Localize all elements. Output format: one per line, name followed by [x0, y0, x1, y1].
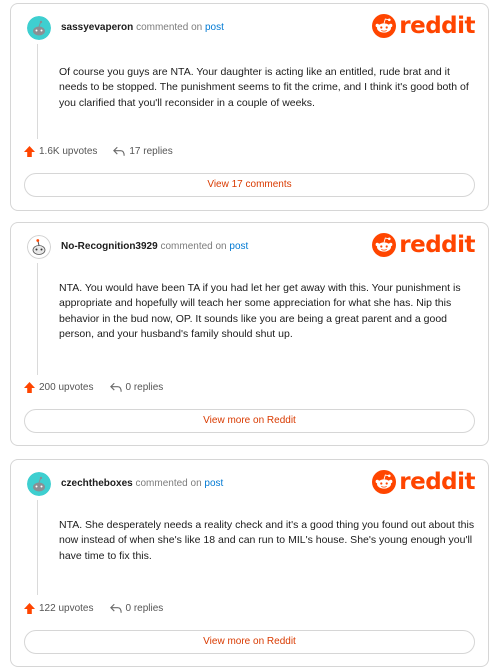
post-link[interactable]: post: [205, 22, 224, 33]
comment-text: NTA. She desperately needs a reality che…: [59, 519, 475, 562]
username[interactable]: sassyevaperon: [61, 22, 133, 33]
comment-text: NTA. You would have been TA if you had l…: [59, 282, 461, 341]
comment-stats: 1.6K upvotes 17 replies: [24, 146, 189, 157]
reply-count: 0 replies: [125, 382, 164, 393]
avatar[interactable]: [27, 16, 51, 40]
upvote-arrow-icon: [24, 146, 35, 157]
thread-line: [37, 500, 38, 595]
view-on-reddit-button[interactable]: View more on Reddit: [24, 630, 475, 654]
reddit-wordmark: reddit: [399, 232, 475, 258]
comment-card: czechtheboxes commented on post reddit N…: [10, 459, 489, 667]
reddit-snoo-icon: [372, 470, 397, 494]
post-link[interactable]: post: [204, 478, 223, 489]
comment-card: sassyevaperon commented on post reddit O…: [10, 3, 489, 211]
upvote-count: 200 upvotes: [39, 382, 94, 393]
reddit-snoo-icon: [372, 14, 397, 38]
avatar[interactable]: [27, 235, 51, 259]
comment-text: Of course you guys are NTA. Your daughte…: [59, 66, 469, 109]
comment-stats: 122 upvotes 0 replies: [24, 603, 179, 614]
view-comments-button[interactable]: View 17 comments: [24, 173, 475, 197]
upvote-arrow-icon: [24, 382, 35, 393]
upvotes[interactable]: 122 upvotes: [24, 603, 94, 614]
replies[interactable]: 17 replies: [113, 146, 173, 157]
reddit-wordmark: reddit: [399, 13, 475, 39]
snoo-avatar-icon: [27, 472, 51, 496]
thread-line: [37, 44, 38, 139]
reply-arrow-icon: [109, 603, 122, 613]
upvote-arrow-icon: [24, 603, 35, 614]
snoo-avatar-icon: [27, 235, 51, 259]
reddit-logo[interactable]: reddit: [372, 12, 475, 40]
upvotes[interactable]: 1.6K upvotes: [24, 146, 97, 157]
commented-on-label: commented on: [135, 478, 202, 489]
comment-header: czechtheboxes commented on post: [61, 477, 223, 491]
comment-header: No-Recognition3929 commented on post: [61, 240, 248, 254]
reddit-wordmark: reddit: [399, 469, 475, 495]
comment-header: sassyevaperon commented on post: [61, 21, 224, 35]
commented-on-label: commented on: [160, 241, 227, 252]
reddit-snoo-icon: [372, 233, 397, 257]
reply-count: 17 replies: [129, 146, 173, 157]
post-link[interactable]: post: [229, 241, 248, 252]
reply-arrow-icon: [109, 382, 122, 392]
comment-stats: 200 upvotes 0 replies: [24, 382, 179, 393]
thread-line: [37, 263, 38, 375]
reply-arrow-icon: [113, 146, 126, 156]
commented-on-label: commented on: [136, 22, 203, 33]
avatar[interactable]: [27, 472, 51, 496]
upvote-count: 1.6K upvotes: [39, 146, 98, 157]
snoo-avatar-icon: [27, 16, 51, 40]
upvote-count: 122 upvotes: [39, 603, 94, 614]
replies[interactable]: 0 replies: [109, 382, 164, 393]
comment-card: No-Recognition3929 commented on post red…: [10, 222, 489, 446]
username[interactable]: No-Recognition3929: [61, 241, 158, 252]
reddit-logo[interactable]: reddit: [372, 468, 475, 496]
reddit-logo[interactable]: reddit: [372, 231, 475, 259]
view-on-reddit-button[interactable]: View more on Reddit: [24, 409, 475, 433]
replies[interactable]: 0 replies: [109, 603, 164, 614]
upvotes[interactable]: 200 upvotes: [24, 382, 94, 393]
username[interactable]: czechtheboxes: [61, 478, 133, 489]
reply-count: 0 replies: [125, 603, 164, 614]
